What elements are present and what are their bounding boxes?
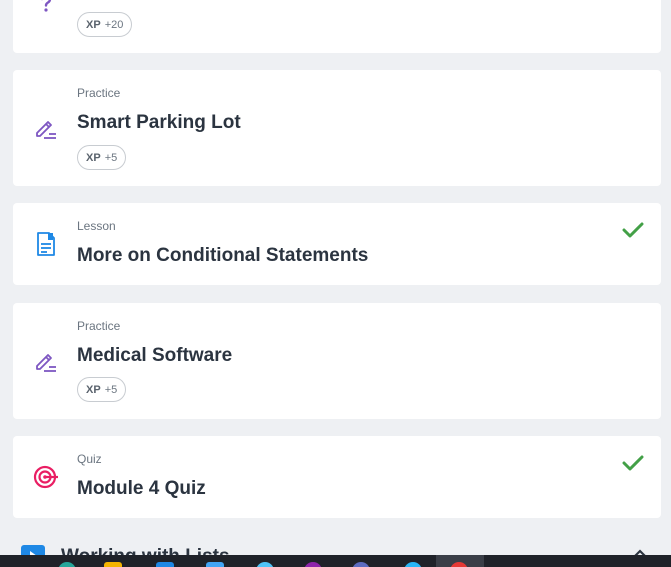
xp-label: XP (86, 383, 101, 396)
app-icon-2[interactable] (104, 562, 122, 567)
item-card-quiz-partial[interactable]: XP +20 (13, 0, 661, 53)
app-icon-6[interactable] (304, 562, 322, 567)
item-title[interactable]: Smart Parking Lot (77, 112, 241, 134)
item-card-smart-parking-lot[interactable]: Practice Smart Parking Lot XP +5 (13, 70, 661, 186)
item-card-module-4-quiz[interactable]: Quiz Module 4 Quiz (13, 436, 661, 518)
item-type: Lesson (77, 219, 116, 233)
pencil-icon (33, 115, 59, 141)
item-title[interactable]: More on Conditional Statements (77, 245, 368, 267)
xp-badge: XP +5 (77, 377, 127, 402)
xp-label: XP (86, 18, 101, 31)
pencil-icon (33, 348, 59, 374)
xp-value: +5 (104, 383, 118, 396)
item-type: Practice (77, 319, 121, 333)
app-icon-7[interactable] (352, 562, 370, 567)
app-icon-8[interactable] (404, 562, 422, 567)
xp-label: XP (86, 151, 101, 164)
xp-value: +20 (104, 18, 124, 31)
xp-badge: XP +5 (77, 145, 127, 170)
item-type: Practice (77, 86, 121, 100)
app-icon-3[interactable] (156, 562, 174, 567)
xp-value: +5 (104, 151, 118, 164)
item-card-more-on-conditional-statements[interactable]: Lesson More on Conditional Statements (13, 203, 661, 285)
item-title[interactable]: Medical Software (77, 345, 232, 367)
app-icon-4[interactable] (206, 562, 224, 567)
item-type: Quiz (77, 452, 102, 466)
completed-check-icon (622, 455, 644, 471)
xp-badge: XP +20 (77, 12, 133, 37)
target-icon (33, 464, 59, 490)
item-title[interactable]: Module 4 Quiz (77, 478, 206, 500)
question-icon (33, 0, 59, 16)
app-icon-1[interactable] (58, 562, 76, 567)
os-taskbar (0, 555, 671, 567)
document-icon (33, 231, 59, 257)
app-icon-5[interactable] (256, 562, 274, 567)
item-card-medical-software[interactable]: Practice Medical Software XP +5 (13, 303, 661, 419)
completed-check-icon (622, 222, 644, 238)
